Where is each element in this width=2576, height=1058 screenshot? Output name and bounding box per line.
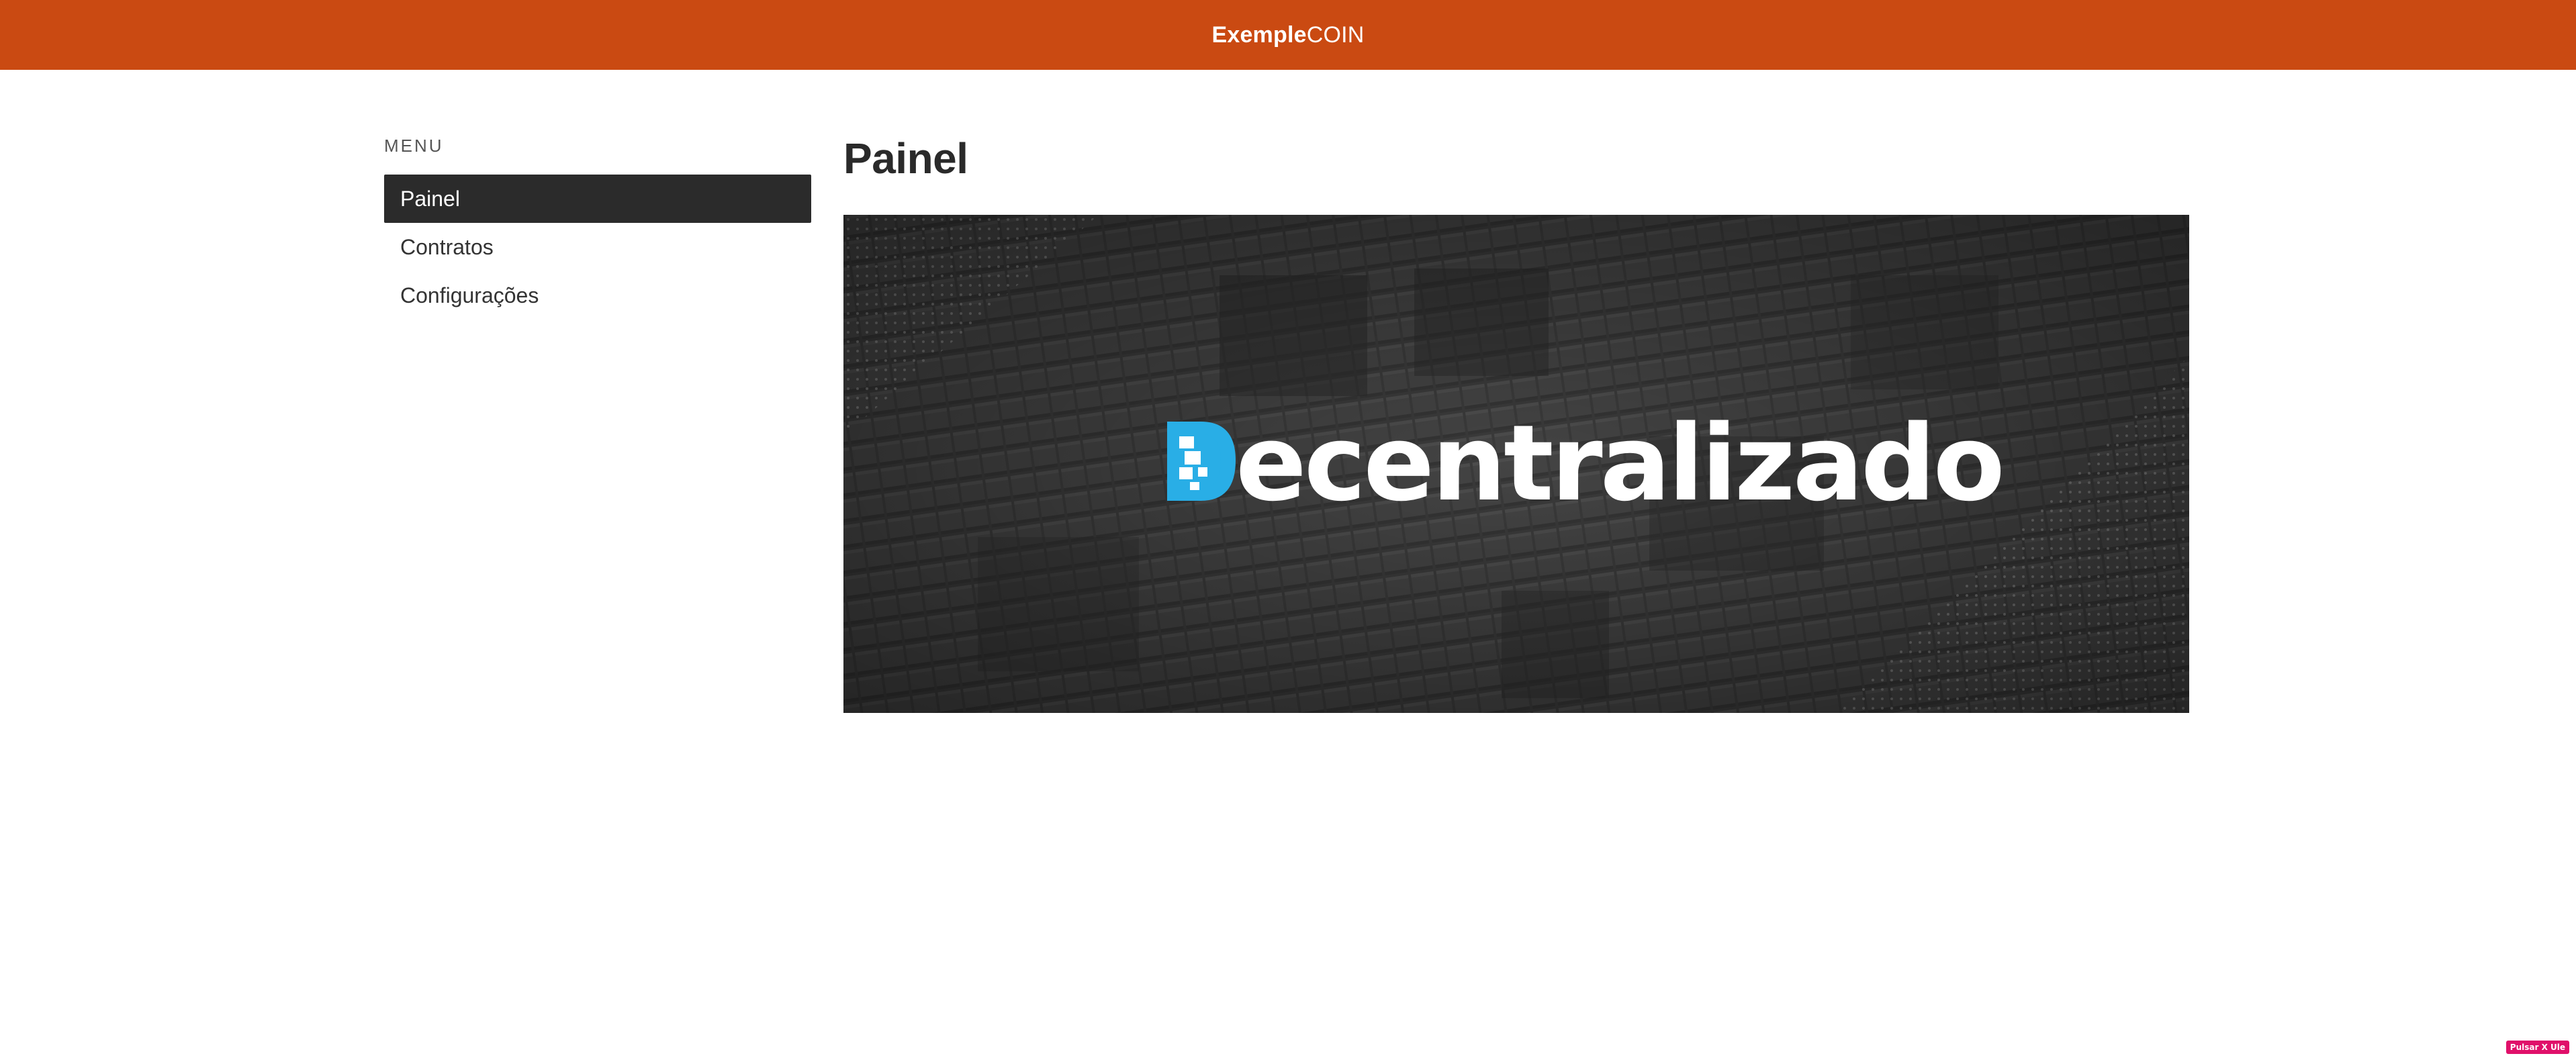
menu-header: MENU bbox=[384, 136, 444, 156]
banner-logo-text: ecentralizado bbox=[1236, 402, 2003, 524]
main-content: Painel ecentralizado bbox=[843, 132, 2189, 713]
top-navbar: ExempleCOIN bbox=[0, 0, 2576, 70]
banner-image: ecentralizado bbox=[843, 215, 2189, 713]
blockchain-d-icon bbox=[1167, 422, 1236, 501]
menu-item-configuracoes[interactable]: Configurações bbox=[384, 271, 811, 320]
menu-list: Painel Contratos Configurações bbox=[384, 175, 811, 320]
menu-item-painel[interactable]: Painel bbox=[384, 175, 811, 223]
brand-logo[interactable]: ExempleCOIN bbox=[1211, 22, 1364, 48]
decentralizado-banner: ecentralizado bbox=[843, 215, 2189, 713]
brand-name-strong: Exemple bbox=[1211, 21, 1307, 48]
corner-badge[interactable]: Pulsar X Ule bbox=[2505, 1041, 2569, 1054]
sidebar-menu: MENU Painel Contratos Configurações bbox=[384, 134, 811, 320]
brand-name-light: COIN bbox=[1306, 21, 1365, 48]
menu-item-contratos[interactable]: Contratos bbox=[384, 223, 811, 271]
page-title: Painel bbox=[843, 134, 968, 183]
